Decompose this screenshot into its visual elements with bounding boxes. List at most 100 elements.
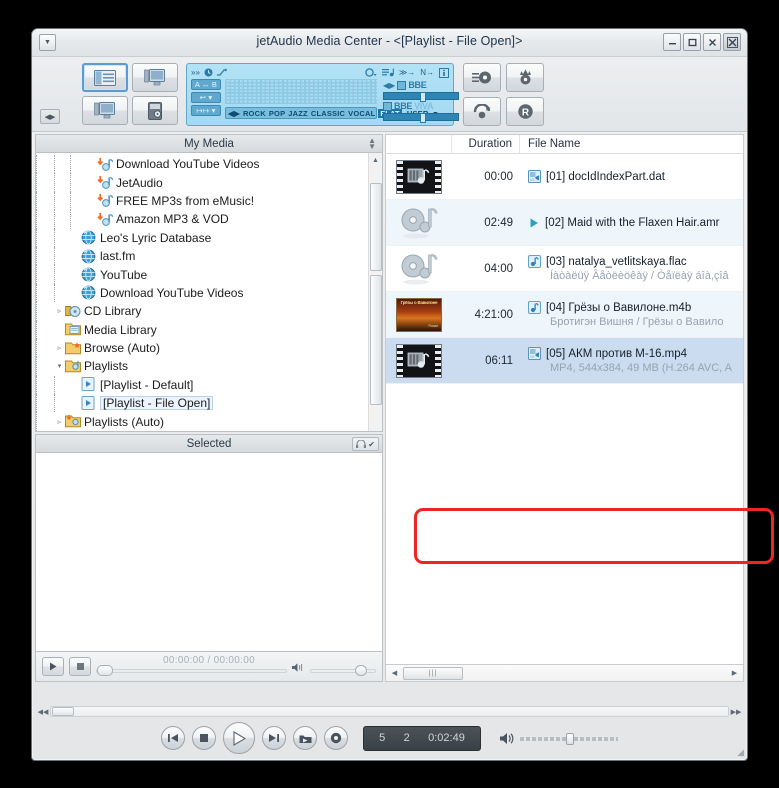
window-hscrollbar[interactable]: ◀◀ ▶▶ — [36, 705, 743, 718]
layout-playlist-button[interactable] — [82, 63, 128, 92]
resize-grip-icon[interactable]: ◢ — [737, 747, 744, 758]
film-perforations-left — [397, 160, 403, 193]
record-button[interactable]: R — [506, 97, 544, 126]
tree-scroll-thumb[interactable] — [370, 183, 382, 271]
ab-repeat-tag[interactable]: A ↔ B — [191, 79, 221, 90]
mini-seek-knob[interactable] — [97, 664, 113, 676]
playlist-hscroll-track[interactable]: ||| — [401, 666, 728, 681]
bbe-viva-slider[interactable] — [383, 113, 459, 123]
window-hscroll-thumb[interactable] — [52, 707, 74, 716]
tree-item-5[interactable]: last.fm — [36, 246, 382, 266]
mini-volume-bar[interactable] — [310, 664, 376, 676]
playlist-hscroll-thumb[interactable]: ||| — [403, 666, 463, 680]
playlist-row[interactable]: 02:49 [02] Maid with the Flaxen Hair.amr — [386, 200, 743, 246]
column-thumbnail[interactable] — [386, 135, 452, 153]
device-button[interactable] — [132, 96, 178, 125]
layout-mini-button[interactable] — [82, 96, 128, 125]
playlist-rows[interactable]: 00:00 [01] docIdIndexPart.dat 02:49 [02]… — [385, 154, 744, 665]
preset-jazz[interactable]: JAZZ — [288, 109, 308, 118]
column-filename[interactable]: File Name — [520, 138, 743, 150]
play-order-tag[interactable]: ↦↦ ▾ — [191, 105, 221, 116]
tree-item-10[interactable]: ▹ Browse (Auto) — [36, 338, 382, 358]
previous-button[interactable] — [161, 726, 185, 750]
audio-cd-button[interactable] — [463, 63, 501, 92]
speed-icon[interactable]: »» — [191, 68, 200, 77]
playlist-row[interactable]: 00:00 [01] docIdIndexPart.dat — [386, 154, 743, 200]
bbe-viva-slider-knob[interactable] — [419, 113, 426, 123]
close-button[interactable] — [703, 33, 721, 51]
tree-item-3[interactable]: Amazon MP3 & VOD — [36, 210, 382, 229]
sort-toggle-icon[interactable]: ▲ ▼ — [368, 137, 376, 151]
stop-button[interactable] — [192, 726, 216, 750]
tree-item-0[interactable]: Download YouTube Videos — [36, 155, 382, 174]
exit-button[interactable] — [723, 33, 741, 51]
window-scroll-left-icon[interactable]: ◀◀ — [36, 708, 50, 716]
row-filename-line: [04] Грёзы о Вавилоне.m4b — [528, 301, 743, 314]
playlist-row[interactable]: Грёзы о Вавилоне Роман 4:21:00 [04] Грёз… — [386, 292, 743, 338]
row-subtitle: Íàòàëüÿ Âåòëèöêàÿ / Òåïëàÿ áîà,çîâ — [550, 270, 729, 282]
tree-item-1[interactable]: JetAudio — [36, 173, 382, 192]
tree-expander-icon[interactable]: ▾ — [54, 362, 65, 370]
preset-classic[interactable]: CLASSIC — [311, 109, 345, 118]
bbe-checkbox[interactable] — [397, 80, 407, 90]
preset-rock[interactable]: ROCK — [243, 109, 266, 118]
preset-pop[interactable]: POP — [269, 109, 285, 118]
tree-item-2[interactable]: FREE MP3s from eMusic! — [36, 191, 382, 211]
my-media-title: My Media — [184, 137, 234, 150]
folder-open-icon — [299, 735, 311, 743]
tree-item-13[interactable]: [Playlist - File Open] — [36, 394, 382, 413]
minimize-button[interactable] — [663, 33, 681, 51]
playlist-scroll-right-icon[interactable]: ▶ — [728, 669, 741, 677]
next-button[interactable] — [262, 726, 286, 750]
tree-item-7[interactable]: Download YouTube Videos — [36, 283, 382, 303]
tree-scroll-thumb-lower[interactable] — [370, 275, 382, 405]
tree-expander-icon[interactable]: ▹ — [54, 418, 65, 426]
mini-volume-knob[interactable] — [355, 664, 367, 676]
tree-item-8[interactable]: ▹ CD Library — [36, 302, 382, 321]
playlist-row[interactable]: 04:00 [03] natalya_vetlitskaya.flac Íàòà… — [386, 246, 743, 292]
preset-scroll-icon[interactable]: ◀▶ — [228, 109, 240, 118]
crossfade-icon[interactable]: ≫→ — [399, 68, 415, 77]
window-scroll-right-icon[interactable]: ▶▶ — [729, 708, 743, 716]
title-bar: ▼ jetAudio Media Center - <[Playlist - F… — [32, 29, 747, 57]
playlist-row[interactable]: 06:11 [05] АКМ против М-16.mp4 MP4, 544x… — [386, 338, 743, 384]
speaker-icon[interactable] — [500, 732, 515, 745]
maximize-button[interactable] — [683, 33, 701, 51]
tree-expander-icon[interactable]: ▹ — [54, 344, 65, 352]
tree-item-4[interactable]: Leo's Lyric Database — [36, 228, 382, 247]
window-hscroll-track[interactable] — [50, 706, 729, 717]
tree-scrollbar[interactable]: ▲ — [368, 153, 382, 431]
eq-preset-bar[interactable]: ◀▶ ROCK POP JAZZ CLASSIC VOCAL FLAT USER… — [225, 107, 437, 119]
tree-item-6[interactable]: YouTube — [36, 265, 382, 284]
tree-scroll-up-icon[interactable]: ▲ — [369, 153, 382, 167]
normalize-icon[interactable]: N→ — [420, 68, 434, 77]
play-button[interactable] — [223, 722, 255, 754]
playlist-scroll-left-icon[interactable]: ◀ — [388, 669, 401, 677]
bbe-slider[interactable] — [383, 92, 459, 102]
bbe-slider-knob[interactable] — [419, 92, 426, 102]
tree-item-11[interactable]: ▾ Playlists — [36, 357, 382, 376]
tree-item-14[interactable]: ▹ Playlists (Auto) — [36, 412, 382, 431]
column-duration[interactable]: Duration — [452, 135, 520, 153]
tree-indent — [36, 191, 52, 211]
mini-seek-bar[interactable] — [96, 664, 287, 676]
record-button-bottom[interactable] — [324, 726, 348, 750]
burn-button[interactable] — [506, 63, 544, 92]
tree-expander-icon[interactable]: ▹ — [54, 307, 65, 315]
repeat-mode-tag[interactable]: ↩ ▾ — [191, 92, 221, 103]
selected-list[interactable] — [35, 453, 383, 652]
bbe-viva-checkbox[interactable] — [383, 101, 392, 111]
volume-slider-knob[interactable] — [566, 732, 574, 745]
tree-item-9[interactable]: Media Library — [36, 320, 382, 339]
layout-screen-button[interactable] — [132, 63, 178, 92]
tree-item-12[interactable]: [Playlist - Default] — [36, 375, 382, 395]
preset-vocal[interactable]: VOCAL — [348, 109, 375, 118]
open-file-button[interactable] — [293, 726, 317, 750]
playlist-hscrollbar[interactable]: ◀ ||| ▶ — [385, 665, 744, 682]
bbe-arrows-icon[interactable]: ◀▶ — [383, 81, 395, 90]
headphone-check-icon[interactable]: ✔ — [352, 437, 379, 451]
collapse-handle-icon[interactable]: ◀▶ — [40, 109, 60, 124]
convert-button[interactable] — [463, 97, 501, 126]
repeat-icon — [365, 68, 377, 77]
volume-slider[interactable] — [520, 732, 618, 745]
